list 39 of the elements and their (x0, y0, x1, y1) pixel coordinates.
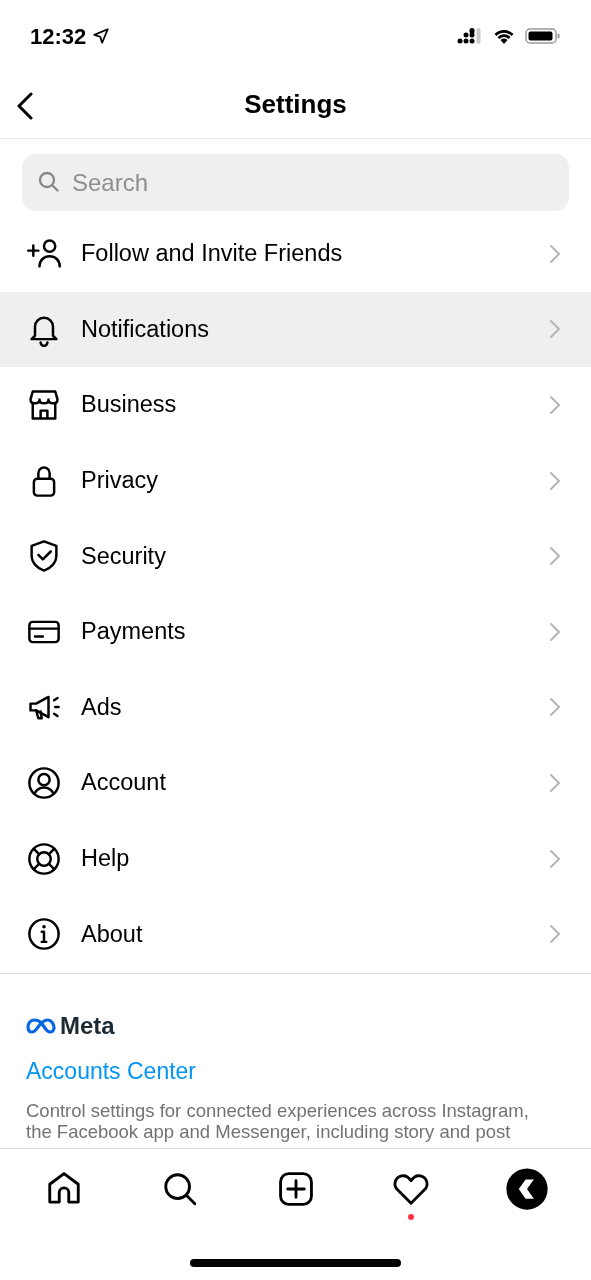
battery-icon (525, 27, 561, 45)
settings-label: Notifications (81, 314, 210, 344)
settings-label: Privacy (81, 465, 160, 495)
avatar (505, 1167, 549, 1211)
lifebuoy-icon (26, 840, 62, 877)
settings-label: Ads (81, 692, 123, 722)
settings-item[interactable]: Notifications (0, 291, 591, 368)
search-field[interactable]: Search (22, 154, 569, 211)
settings-label: Payments (81, 617, 187, 647)
signal-icon (457, 27, 483, 45)
status-time: 12:32 (30, 22, 87, 51)
shop-icon (26, 387, 62, 423)
settings-label: Security (81, 541, 167, 571)
info-icon (26, 916, 62, 953)
chevron-icon (549, 697, 561, 718)
plus-square-icon (276, 1170, 315, 1208)
chevron-icon (549, 621, 561, 642)
description-text: Control settings for connected experiences across Instagram, the Facebook app and Messenger, including story and post (26, 1100, 530, 1143)
wifi-icon (492, 27, 516, 45)
chevron-icon (549, 546, 561, 567)
chevron-icon (549, 772, 561, 793)
settings-label: Follow and Invite Friends (81, 239, 344, 269)
page-title: Settings (244, 87, 347, 121)
chevron-icon (549, 470, 561, 491)
search-icon (37, 170, 61, 194)
chevron-icon (549, 924, 561, 945)
settings-label: Account (81, 768, 167, 798)
location-icon (92, 27, 111, 45)
brand-name: Meta (60, 1013, 115, 1038)
chevron-icon (549, 848, 561, 869)
chevron-icon (549, 243, 561, 264)
chevron-icon (549, 319, 561, 340)
tab-button[interactable] (503, 1165, 551, 1213)
settings-label: Help (81, 843, 131, 873)
chevron-icon (549, 395, 561, 415)
settings-label: About (81, 919, 144, 949)
infinity-logo-icon (26, 1017, 56, 1034)
settings-label: Business (81, 390, 178, 420)
person-circle-icon (26, 764, 62, 801)
